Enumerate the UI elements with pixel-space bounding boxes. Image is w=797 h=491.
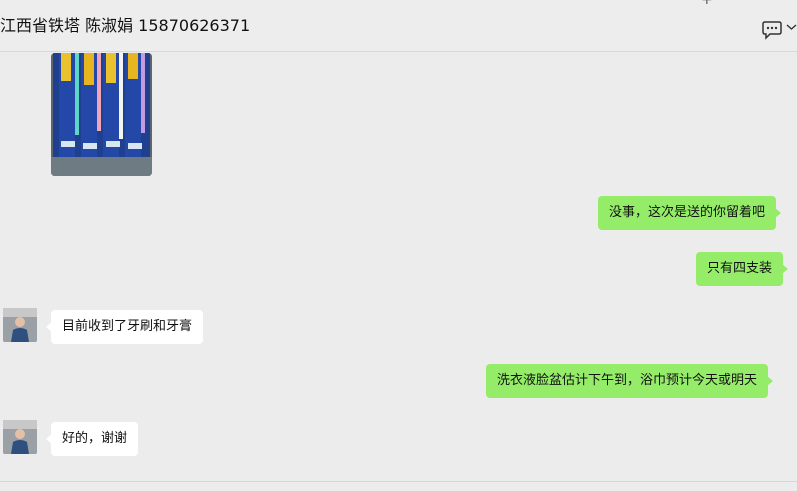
avatar[interactable] — [3, 420, 37, 454]
message-bubble-incoming[interactable]: 好的，谢谢 — [45, 422, 139, 456]
chat-title: 江西省铁塔 陈淑娟 15870626371 — [0, 16, 251, 35]
message-bubble-outgoing[interactable]: 洗衣液脸盆估计下午到，浴巾预计今天或明天 — [486, 364, 774, 398]
more-chat-icon[interactable] — [760, 20, 784, 40]
toothbrush-photo — [51, 53, 152, 176]
chevron-down-icon[interactable] — [786, 22, 797, 32]
contact-avatar-image — [3, 308, 37, 342]
input-area-divider — [0, 481, 797, 482]
contact-avatar-image — [3, 420, 37, 454]
message-bubble-outgoing[interactable]: 没事，这次是送的你留着吧 — [598, 196, 782, 230]
message-bubble-incoming[interactable]: 目前收到了牙刷和牙膏 — [45, 310, 204, 344]
avatar[interactable] — [3, 308, 37, 342]
chat-header: 江西省铁塔 陈淑娟 15870626371 + — [0, 0, 797, 52]
image-message[interactable] — [51, 53, 152, 176]
message-list[interactable]: 没事，这次是送的你留着吧 只有四支装 目前收到了牙刷和牙膏 洗衣液脸盆估计下午到… — [0, 53, 797, 481]
message-bubble-outgoing[interactable]: 只有四支装 — [696, 252, 789, 286]
add-icon[interactable]: + — [701, 0, 717, 7]
